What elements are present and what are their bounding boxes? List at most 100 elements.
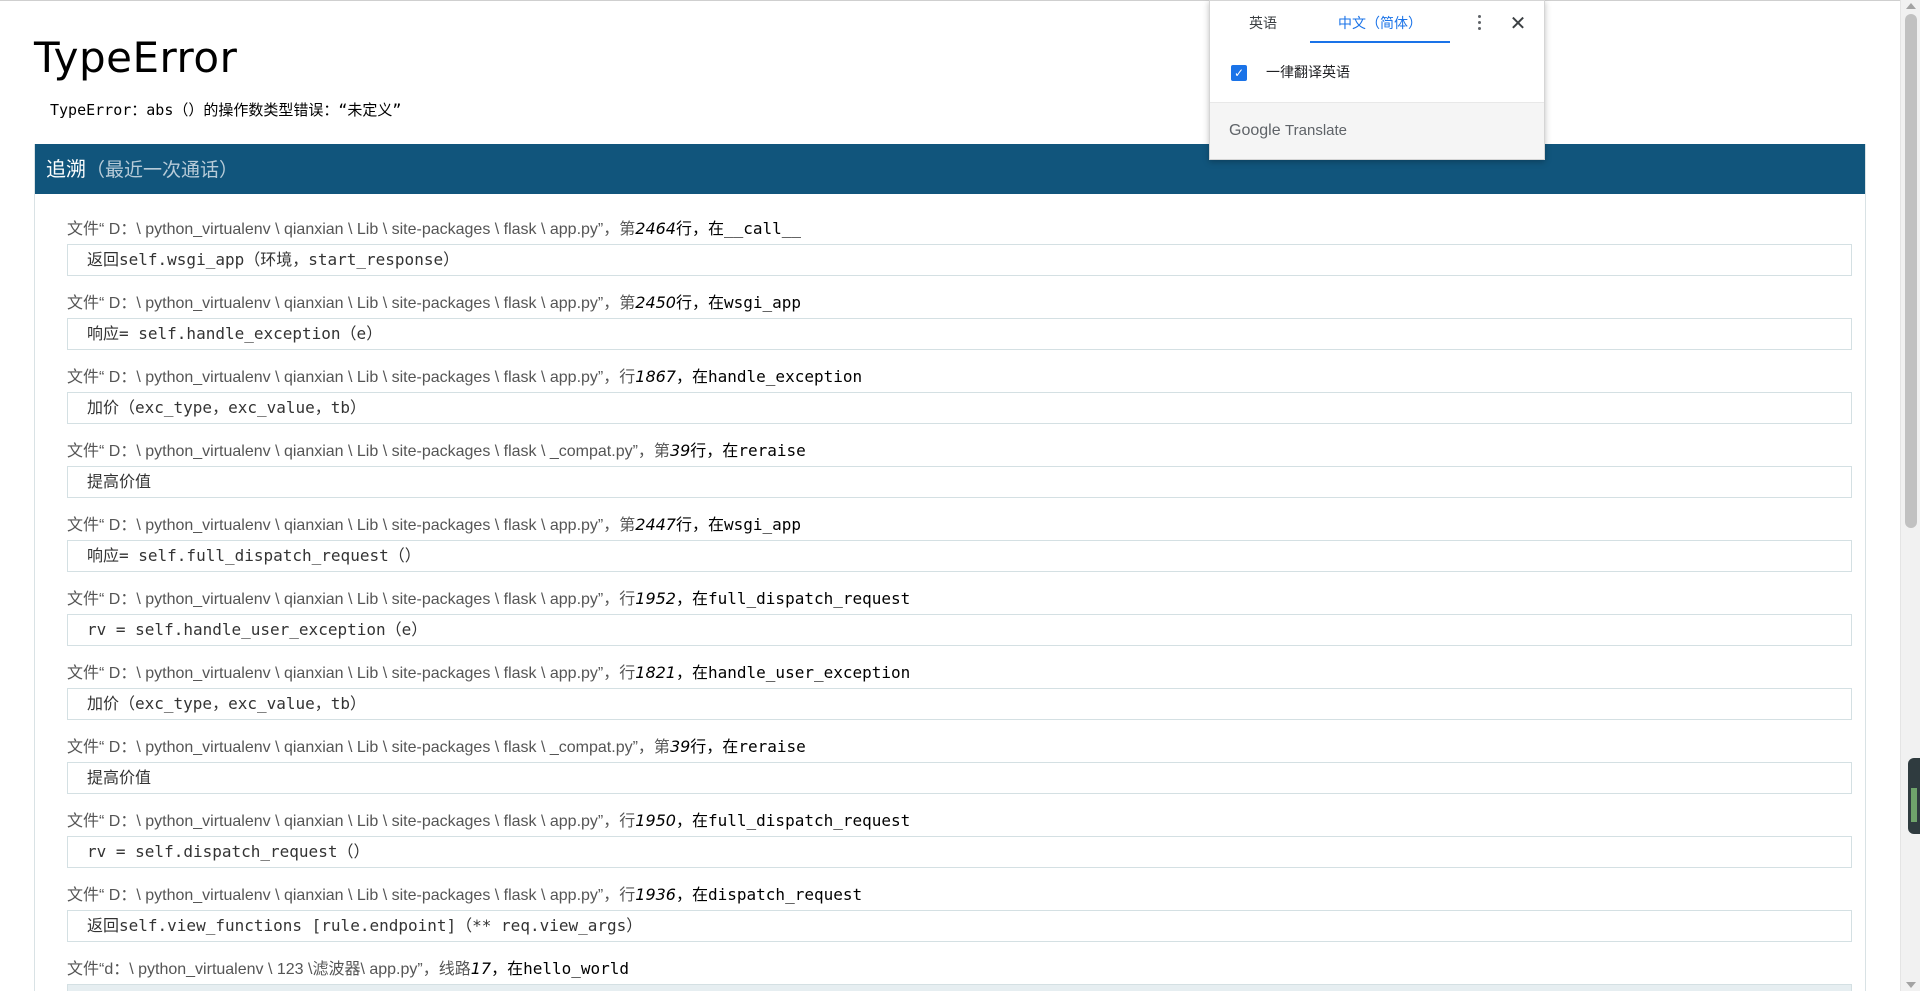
frame-function-name: reraise: [738, 737, 806, 756]
frame-function-name: handle_exception: [708, 367, 863, 386]
always-translate-checkbox[interactable]: ✓: [1231, 65, 1247, 81]
frame-location: 文件“ D：\ python_virtualenv \ qianxian \ L…: [67, 440, 1865, 462]
frame-source-line[interactable]: 加价（exc_type，exc_value，tb）: [67, 392, 1852, 424]
translate-footer: Google Translate: [1210, 102, 1544, 159]
frame-line-number: 2464: [635, 219, 676, 238]
always-translate-row[interactable]: ✓ 一律翻译英语: [1230, 63, 1530, 83]
frame-function-name: full_dispatch_request: [708, 589, 911, 608]
error-page: TypeError TypeError：abs（）的操作数类型错误：“未定义” …: [0, 0, 1900, 991]
tab-english[interactable]: 英语: [1230, 1, 1296, 43]
scrollbar-thumb[interactable]: [1905, 14, 1917, 528]
vertical-scrollbar[interactable]: [1900, 0, 1920, 991]
frame-location: 文件“ D：\ python_virtualenv \ qianxian \ L…: [67, 884, 1865, 906]
frame-file-path: 文件“ D：\ python_virtualenv \ qianxian \ L…: [67, 591, 636, 608]
frame-location: 文件“ D：\ python_virtualenv \ qianxian \ L…: [67, 588, 1865, 610]
frame-source-line[interactable]: 加价（exc_type，exc_value，tb）: [67, 688, 1852, 720]
traceback-frame: 文件“d：\ python_virtualenv \ 123 \滤波器\ app…: [67, 958, 1865, 991]
traceback-frame: 文件“ D：\ python_virtualenv \ qianxian \ L…: [67, 884, 1865, 942]
frame-in-label: ，在: [675, 811, 708, 830]
error-title: TypeError: [34, 33, 238, 82]
frame-location: 文件“ D：\ python_virtualenv \ qianxian \ L…: [67, 292, 1865, 314]
traceback-title: 追溯: [46, 157, 86, 181]
frame-file-path: 文件“ D：\ python_virtualenv \ qianxian \ L…: [67, 739, 670, 756]
frame-file-path: 文件“ D：\ python_virtualenv \ qianxian \ L…: [67, 369, 636, 386]
frame-source-line[interactable]: rv = self.handle_user_exception（e）: [67, 614, 1852, 646]
traceback-subtitle: （最近一次通话）: [86, 159, 239, 181]
traceback-frame: 文件“ D：\ python_virtualenv \ qianxian \ L…: [67, 662, 1865, 720]
tab-chinese-simplified[interactable]: 中文（简体）: [1310, 1, 1450, 43]
frame-source-line[interactable]: rv = self.dispatch_request（）: [67, 836, 1852, 868]
traceback-frame: 文件“ D：\ python_virtualenv \ qianxian \ L…: [67, 292, 1865, 350]
traceback-frame: 文件“ D：\ python_virtualenv \ qianxian \ L…: [67, 440, 1865, 498]
frame-location: 文件“ D：\ python_virtualenv \ qianxian \ L…: [67, 366, 1865, 388]
frame-line-number: 1821: [635, 663, 676, 682]
frame-in-label: 行，在: [690, 441, 739, 460]
frame-file-path: 文件“ D：\ python_virtualenv \ qianxian \ L…: [67, 221, 636, 238]
frame-in-label: ，在: [675, 663, 708, 682]
frame-in-label: ，在: [491, 959, 524, 978]
traceback-frames: 文件“ D：\ python_virtualenv \ qianxian \ L…: [35, 194, 1865, 991]
frame-in-label: ，在: [675, 885, 708, 904]
frame-file-path: 文件“ D：\ python_virtualenv \ qianxian \ L…: [67, 887, 636, 904]
frame-source-line[interactable]: 响应= self.full_dispatch_request（）: [67, 540, 1852, 572]
frame-function-name: wsgi_app: [724, 293, 802, 312]
more-vert-icon[interactable]: [1470, 13, 1490, 33]
frame-source-line[interactable]: 响应= self.handle_exception（e）: [67, 318, 1852, 350]
frame-file-path: 文件“ D：\ python_virtualenv \ qianxian \ L…: [67, 517, 636, 534]
frame-source-line[interactable]: 返回render_template（'index.html'，** contex…: [67, 984, 1852, 991]
frame-in-label: ，在: [675, 367, 708, 386]
frame-source-line[interactable]: 提高价值: [67, 466, 1852, 498]
always-translate-label: 一律翻译英语: [1266, 65, 1350, 81]
frame-source-line[interactable]: 返回self.view_functions [rule.endpoint]（**…: [67, 910, 1852, 942]
frame-function-name: hello_world: [523, 959, 630, 978]
frame-function-name: dispatch_request: [708, 885, 863, 904]
frame-line-number: 1952: [635, 589, 676, 608]
frame-function-name: handle_user_exception: [708, 663, 911, 682]
frame-line-number: 39: [669, 441, 691, 460]
google-translate-logo: Google Translate: [1229, 122, 1347, 140]
traceback-frame: 文件“ D：\ python_virtualenv \ qianxian \ L…: [67, 366, 1865, 424]
translate-popup: 英语 中文（简体） ✕ ✓ 一律翻译英语 Google Translate: [1209, 0, 1545, 160]
traceback-frame: 文件“ D：\ python_virtualenv \ qianxian \ L…: [67, 588, 1865, 646]
traceback-header: 追溯（最近一次通话）: [35, 144, 1865, 194]
scroll-up-arrow-icon[interactable]: [1906, 3, 1916, 9]
frame-line-number: 1867: [635, 367, 676, 386]
frame-location: 文件“ D：\ python_virtualenv \ qianxian \ L…: [67, 810, 1865, 832]
frame-file-path: 文件“ D：\ python_virtualenv \ qianxian \ L…: [67, 813, 636, 830]
frame-line-number: 17: [470, 959, 492, 978]
frame-line-number: 2450: [635, 293, 676, 312]
translate-tabs: 英语 中文（简体） ✕: [1210, 1, 1546, 45]
google-logo-text: Google: [1229, 122, 1281, 139]
frame-file-path: 文件“ D：\ python_virtualenv \ qianxian \ L…: [67, 295, 636, 312]
frame-line-number: 2447: [635, 515, 676, 534]
frame-file-path: 文件“ D：\ python_virtualenv \ qianxian \ L…: [67, 665, 636, 682]
frame-in-label: 行，在: [675, 219, 724, 238]
scroll-down-arrow-icon[interactable]: [1906, 982, 1916, 988]
frame-function-name: __call__: [724, 219, 802, 238]
frame-source-line[interactable]: 返回self.wsgi_app（环境，start_response）: [67, 244, 1852, 276]
frame-function-name: reraise: [738, 441, 806, 460]
frame-source-line[interactable]: 提高价值: [67, 762, 1852, 794]
frame-location: 文件“ D：\ python_virtualenv \ qianxian \ L…: [67, 662, 1865, 684]
traceback-frame: 文件“ D：\ python_virtualenv \ qianxian \ L…: [67, 736, 1865, 794]
frame-function-name: wsgi_app: [724, 515, 802, 534]
error-message: TypeError：abs（）的操作数类型错误：“未定义”: [50, 101, 402, 119]
frame-in-label: 行，在: [675, 293, 724, 312]
traceback-panel: 追溯（最近一次通话） 文件“ D：\ python_virtualenv \ q…: [34, 144, 1866, 991]
frame-in-label: 行，在: [675, 515, 724, 534]
traceback-frame: 文件“ D：\ python_virtualenv \ qianxian \ L…: [67, 810, 1865, 868]
side-panel-handle[interactable]: [1908, 758, 1920, 834]
close-icon[interactable]: ✕: [1506, 11, 1530, 35]
frame-function-name: full_dispatch_request: [708, 811, 911, 830]
frame-file-path: 文件“ D：\ python_virtualenv \ qianxian \ L…: [67, 443, 670, 460]
frame-line-number: 1950: [635, 811, 676, 830]
frame-line-number: 39: [669, 737, 691, 756]
translate-logo-text: Translate: [1285, 122, 1348, 139]
traceback-frame: 文件“ D：\ python_virtualenv \ qianxian \ L…: [67, 218, 1865, 276]
frame-line-number: 1936: [635, 885, 676, 904]
frame-location: 文件“ D：\ python_virtualenv \ qianxian \ L…: [67, 514, 1865, 536]
frame-location: 文件“ D：\ python_virtualenv \ qianxian \ L…: [67, 736, 1865, 758]
frame-in-label: 行，在: [690, 737, 739, 756]
frame-file-path: 文件“d：\ python_virtualenv \ 123 \滤波器\ app…: [67, 961, 471, 978]
frame-in-label: ，在: [675, 589, 708, 608]
